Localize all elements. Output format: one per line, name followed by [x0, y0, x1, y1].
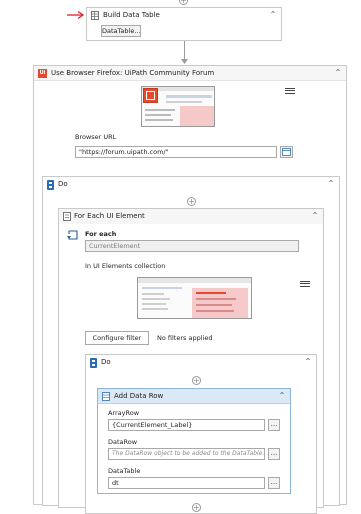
data-table-icon	[91, 11, 99, 20]
data-row-icon	[102, 392, 110, 401]
add-data-row-activity[interactable]: Add Data Row ⌃ ArrayRow {CurrentElement_…	[97, 388, 291, 494]
connector-line	[184, 41, 185, 61]
configure-filter-button[interactable]: Configure filter	[85, 331, 149, 345]
browser-url-input[interactable]: "https://forum.uipath.com/"	[75, 146, 277, 158]
data-table-label: DataTable	[108, 467, 141, 475]
data-table-input[interactable]: dt	[108, 477, 265, 489]
browser-picker-button[interactable]	[280, 146, 293, 158]
red-arrow-icon	[67, 10, 85, 20]
collapse-icon[interactable]: ⌃	[327, 180, 335, 188]
use-browser-activity[interactable]: Ui Use Browser Firefox: UiPath Community…	[33, 65, 347, 514]
data-row-input[interactable]: The DataRow object to be added to the Da…	[108, 448, 265, 460]
collapse-icon[interactable]: ⌃	[304, 358, 312, 366]
add-activity-button[interactable]: +	[192, 376, 201, 385]
connector-arrow-icon	[181, 59, 188, 64]
current-element-input[interactable]: CurrentElement	[85, 240, 299, 252]
loop-icon	[67, 230, 78, 240]
add-activity-top[interactable]: +	[179, 0, 188, 5]
collapse-icon[interactable]: ⌃	[278, 392, 286, 400]
for-each-ui-element-activity[interactable]: For Each UI Element ⌃ For each CurrentEl…	[58, 208, 324, 514]
build-data-table-activity[interactable]: Build Data Table ⌃ DataTable...	[86, 7, 282, 41]
add-data-row-title: Add Data Row	[114, 392, 164, 400]
for-each-title: For Each UI Element	[74, 212, 145, 220]
for-each-label: For each	[85, 230, 117, 238]
browser-url-label: Browser URL	[75, 133, 117, 141]
browser-window-icon	[282, 148, 291, 156]
build-data-table-title: Build Data Table	[103, 11, 160, 19]
collapse-icon[interactable]: ⌃	[311, 212, 319, 220]
add-activity-button[interactable]: +	[192, 503, 201, 512]
do-title: Do	[58, 180, 68, 188]
ui-elements-screenshot-preview[interactable]	[137, 277, 252, 319]
sequence-icon	[90, 358, 97, 368]
array-row-ellipsis-button[interactable]: ...	[268, 419, 280, 431]
collection-label: In UI Elements collection	[85, 262, 166, 270]
menu-icon[interactable]	[285, 86, 295, 95]
collapse-icon[interactable]: ⌃	[269, 11, 277, 19]
sequence-icon	[47, 180, 54, 190]
browser-screenshot-preview[interactable]	[141, 86, 215, 127]
do-sequence-inner[interactable]: Do ⌃ + Add Data Row ⌃ ArrayRow {CurrentE…	[85, 354, 317, 514]
menu-icon[interactable]	[300, 279, 310, 288]
collapse-icon[interactable]: ⌃	[334, 69, 342, 77]
list-icon	[63, 212, 71, 221]
data-row-label: DataRow	[108, 438, 138, 446]
filter-status-text: No filters applied	[157, 334, 213, 342]
data-table-ellipsis-button[interactable]: ...	[268, 477, 280, 489]
array-row-label: ArrayRow	[108, 409, 140, 417]
do-title: Do	[101, 358, 111, 366]
uipath-browser-icon: Ui	[38, 69, 47, 78]
array-row-input[interactable]: {CurrentElement_Label}	[108, 419, 265, 431]
data-row-ellipsis-button[interactable]: ...	[268, 448, 280, 460]
datatable-button[interactable]: DataTable...	[101, 25, 141, 37]
add-activity-button[interactable]: +	[187, 197, 196, 206]
do-sequence-outer[interactable]: Do ⌃ + For Each UI Element ⌃ For each Cu…	[42, 176, 340, 514]
use-browser-title: Use Browser Firefox: UiPath Community Fo…	[51, 69, 215, 77]
